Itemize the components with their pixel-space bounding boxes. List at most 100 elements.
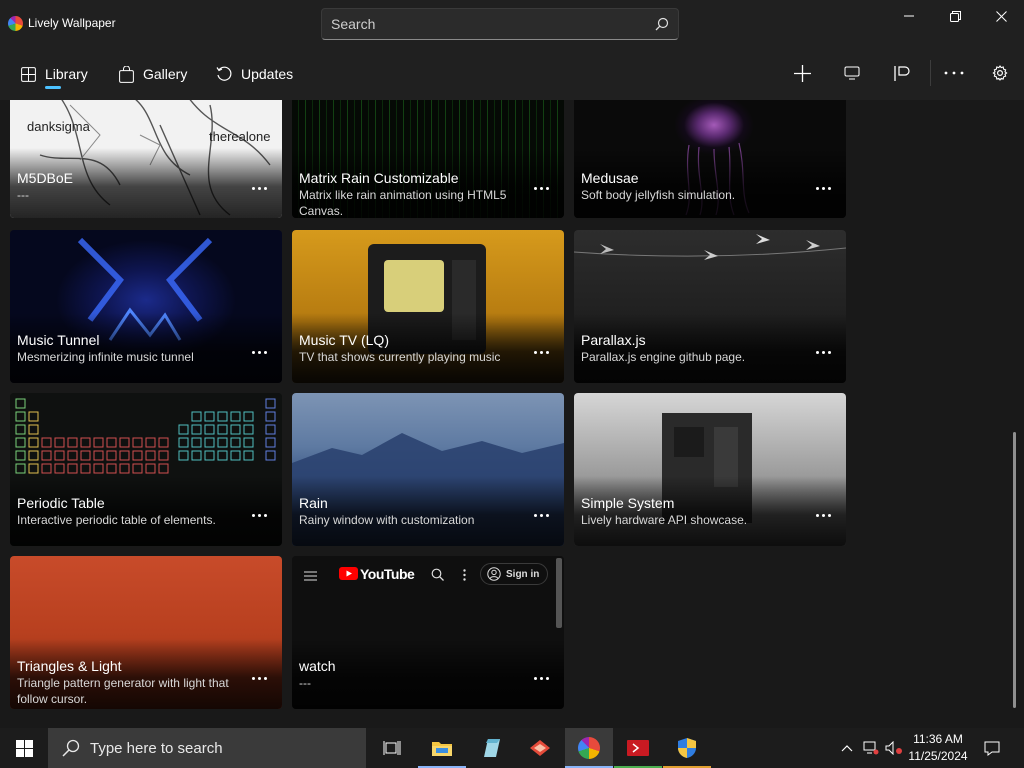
card-shade xyxy=(574,476,846,546)
card-description: Soft body jellyfish simulation. xyxy=(581,188,736,202)
screen-layout-button[interactable] xyxy=(835,58,869,88)
monitor-icon xyxy=(844,66,860,80)
notification-icon xyxy=(984,741,1000,756)
network-icon xyxy=(863,741,879,755)
network-button[interactable] xyxy=(861,728,881,768)
wallpaper-card-music-tv[interactable]: Music TV (LQ) TV that shows currently pl… xyxy=(292,230,564,383)
card-shade xyxy=(10,476,282,546)
youtube-wordmark: YouTube xyxy=(360,566,415,582)
card-title: Music TV (LQ) xyxy=(299,332,389,348)
tab-updates[interactable]: Updates xyxy=(215,58,293,90)
search-box[interactable] xyxy=(321,8,679,40)
card-shade xyxy=(292,313,564,383)
wallpaper-card-matrix-rain[interactable]: Matrix Rain Customizable Matrix like rai… xyxy=(292,100,564,218)
card-description: Lively hardware API showcase. xyxy=(581,513,748,527)
wallpaper-card-rain[interactable]: Rain Rainy window with customization xyxy=(292,393,564,546)
wallpaper-card-medusae[interactable]: Medusae Soft body jellyfish simulation. xyxy=(574,100,846,218)
nav-bar: Library Gallery Updates xyxy=(0,48,1024,100)
gear-icon xyxy=(992,65,1008,81)
taskbar-installer[interactable] xyxy=(663,728,711,768)
grid-icon xyxy=(19,65,37,83)
card-more-button[interactable] xyxy=(248,507,270,523)
shopping-bag-icon xyxy=(117,65,135,83)
taskbar-terminal[interactable] xyxy=(614,728,662,768)
card-title: Parallax.js xyxy=(581,332,646,348)
card-more-button[interactable] xyxy=(248,344,270,360)
card-more-button[interactable] xyxy=(812,344,834,360)
card-title: watch xyxy=(299,658,336,674)
more-options-button[interactable] xyxy=(937,58,971,88)
taskbar-search[interactable]: Type here to search xyxy=(48,728,366,768)
card-more-button[interactable] xyxy=(530,670,552,686)
close-button[interactable] xyxy=(978,0,1024,32)
notifications-button[interactable] xyxy=(978,728,1006,768)
plus-icon xyxy=(793,64,811,82)
folder-icon xyxy=(432,742,452,756)
card-description: --- xyxy=(17,188,29,202)
wallpaper-card-m5dboe[interactable]: danksigma therealone M5DBoE --- xyxy=(10,100,282,218)
youtube-logo-icon xyxy=(339,567,358,580)
taskbar-search-placeholder: Type here to search xyxy=(90,739,223,757)
card-title: Music Tunnel xyxy=(17,332,100,348)
more-horizontal-icon xyxy=(944,71,964,75)
card-more-button[interactable] xyxy=(530,180,552,196)
card-more-button[interactable] xyxy=(248,180,270,196)
volume-button[interactable] xyxy=(884,728,904,768)
tab-updates-label: Updates xyxy=(241,66,294,82)
shield-icon xyxy=(678,738,696,758)
restore-button[interactable] xyxy=(932,0,978,32)
more-vertical-icon xyxy=(463,568,466,586)
taskbar-notepad[interactable] xyxy=(467,728,515,768)
task-view-icon xyxy=(383,741,401,755)
clock-time: 11:36 AM xyxy=(913,732,963,746)
sign-in-label: Sign in xyxy=(506,568,540,580)
wallpaper-card-parallax[interactable]: Parallax.js Parallax.js engine github pa… xyxy=(574,230,846,383)
card-description: Triangle pattern generator with light th… xyxy=(17,676,229,706)
wallpaper-card-periodic-table[interactable]: Periodic Table Interactive periodic tabl… xyxy=(10,393,282,546)
taskbar-lively-wallpaper[interactable] xyxy=(565,728,613,768)
settings-button[interactable] xyxy=(983,58,1017,88)
sign-in-chip: Sign in xyxy=(480,563,548,585)
card-more-button[interactable] xyxy=(530,344,552,360)
start-button[interactable] xyxy=(0,728,48,768)
lively-logo-icon xyxy=(578,737,600,759)
card-shade xyxy=(292,476,564,546)
card-title: Matrix Rain Customizable xyxy=(299,170,459,186)
wallpaper-card-music-tunnel[interactable]: Music Tunnel Mesmerizing infinite music … xyxy=(10,230,282,383)
thumb-label-left: danksigma xyxy=(27,119,90,134)
vertical-scrollbar[interactable] xyxy=(1013,432,1016,708)
add-wallpaper-button[interactable] xyxy=(785,58,819,88)
notepad-icon xyxy=(484,739,500,757)
task-view-button[interactable] xyxy=(368,728,416,768)
card-title: Rain xyxy=(299,495,328,511)
card-description: Rainy window with customization xyxy=(299,513,475,527)
card-description: Interactive periodic table of elements. xyxy=(17,513,216,527)
card-more-button[interactable] xyxy=(530,507,552,523)
control-panel-button[interactable] xyxy=(884,58,918,88)
card-more-button[interactable] xyxy=(812,507,834,523)
taskbar-app-red[interactable] xyxy=(516,728,564,768)
card-more-button[interactable] xyxy=(812,180,834,196)
minimize-icon xyxy=(904,15,914,17)
minimize-button[interactable] xyxy=(886,0,932,32)
card-title: Triangles & Light xyxy=(17,658,122,674)
card-description: Parallax.js engine github page. xyxy=(581,350,746,364)
card-more-button[interactable] xyxy=(248,670,270,686)
tab-gallery-label: Gallery xyxy=(143,66,188,82)
terminal-icon xyxy=(627,740,649,756)
wallpaper-card-triangles-light[interactable]: Triangles & Light Triangle pattern gener… xyxy=(10,556,282,709)
windows-logo-icon xyxy=(15,739,33,757)
show-hidden-icons-button[interactable] xyxy=(838,728,856,768)
tab-gallery[interactable]: Gallery xyxy=(117,58,187,90)
wallpaper-card-watch[interactable]: YouTube Sign in watch --- xyxy=(292,556,564,709)
app-logo-icon xyxy=(8,16,23,31)
windows-taskbar: Type here to search 11:36 AM 11/25/2024 xyxy=(0,728,1024,768)
card-title: Simple System xyxy=(581,495,675,511)
wallpaper-card-simple-system[interactable]: Simple System Lively hardware API showca… xyxy=(574,393,846,546)
system-clock[interactable]: 11:36 AM 11/25/2024 xyxy=(906,731,970,765)
card-description: Matrix like rain animation using HTML5 C… xyxy=(299,188,507,218)
thumb-scrollbar xyxy=(556,558,562,628)
search-icon[interactable] xyxy=(646,9,678,39)
taskbar-file-explorer[interactable] xyxy=(418,728,466,768)
search-input[interactable] xyxy=(322,16,646,32)
